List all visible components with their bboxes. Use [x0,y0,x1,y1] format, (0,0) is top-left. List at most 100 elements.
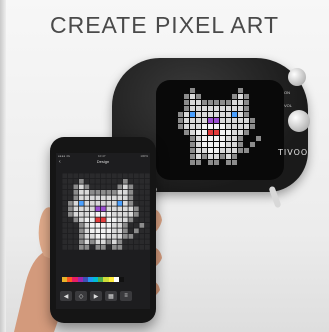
pixel [226,118,231,123]
pixel-cell [62,195,68,201]
pixel-cell [134,234,139,239]
pixel [178,112,183,117]
back-arrow-icon[interactable]: ◀ [60,291,72,301]
pixel [220,136,225,141]
pixel [73,212,79,217]
pixel [123,195,128,201]
pixel-cell [73,239,79,245]
pixel [90,223,95,228]
pixel [84,217,90,223]
pixel-cell [62,223,68,228]
play-icon[interactable]: ▶ [90,291,102,301]
pixel-cell [62,184,68,190]
pixel-cell [90,245,95,250]
pixel [106,212,112,217]
pixel-cell [139,179,145,184]
color-palette[interactable] [62,277,125,282]
pixel [84,201,90,206]
pixel [90,206,95,212]
pixel-cell [68,223,73,228]
pixel-cell [128,173,134,179]
pixel [84,190,90,195]
pixel [95,217,101,223]
pixel [123,223,128,228]
grid-icon[interactable]: ▦ [105,291,117,301]
pixel [84,228,90,234]
pixel-cell [79,173,84,179]
pixel-cell [62,245,68,250]
pixel-cell [139,245,145,250]
pixel-cell [128,223,134,228]
pixel [101,212,106,217]
pixel [238,148,243,153]
pixel-cell [145,195,150,201]
nav-title: Design [96,159,110,164]
pixel-cell [134,195,139,201]
pixel [184,106,189,111]
pixel [79,223,84,228]
pixel [117,228,123,234]
pixel-cell [112,173,117,179]
pixel-cell [101,179,106,184]
pixel [238,136,243,141]
pixel-cell [123,239,128,245]
pixel-cell [123,173,128,179]
pixel [244,148,249,153]
pixel [190,94,195,99]
pixel [232,94,237,99]
pixel [123,201,128,206]
pixel-cell [145,217,150,223]
pixel-cell [139,184,145,190]
pixel [214,112,219,117]
pixel [123,190,128,195]
pixel-cell [62,206,68,212]
volume-knob[interactable] [288,110,310,132]
pixel [112,234,117,239]
pixel [84,223,90,228]
pixel [117,239,123,245]
left-edge [0,0,6,332]
pixel [220,112,225,117]
power-knob[interactable] [288,68,306,86]
pixel-cell [145,179,150,184]
pixel [238,112,243,117]
pixel [73,217,79,223]
pixel [208,118,213,123]
pixel [117,212,123,217]
pixel [184,124,189,129]
pixel-cell [134,223,139,228]
pixel-cell [106,245,112,250]
pixel-cell [112,184,117,190]
pixel [101,195,106,201]
pixel-cell [134,245,139,250]
pixel [101,201,106,206]
pixel [226,142,231,147]
pixel-cell [95,184,101,190]
pixel [208,136,213,141]
pixel [208,130,213,135]
pixel [128,195,134,201]
pixel [123,184,128,190]
pixel [232,142,237,147]
pixel [250,118,255,123]
pixel [214,154,219,159]
pixel [244,100,249,105]
pixel [106,239,112,245]
pixel [190,160,195,165]
menu-icon[interactable]: ≡ [120,291,132,301]
pixel [196,130,201,135]
pixel [184,100,189,105]
eraser-icon[interactable]: ◇ [75,291,87,301]
pixel [196,148,201,153]
phone-pixel-canvas[interactable] [56,171,150,271]
pixel [106,217,112,223]
pixel [220,148,225,153]
pixel [84,212,90,217]
pixel [232,136,237,141]
pixel-cell [134,190,139,195]
pixel-cell [139,201,145,206]
pixel [220,106,225,111]
pixel-cell [68,184,73,190]
back-arrow-icon[interactable]: ‹ [59,159,61,165]
palette-swatch[interactable] [118,277,125,282]
